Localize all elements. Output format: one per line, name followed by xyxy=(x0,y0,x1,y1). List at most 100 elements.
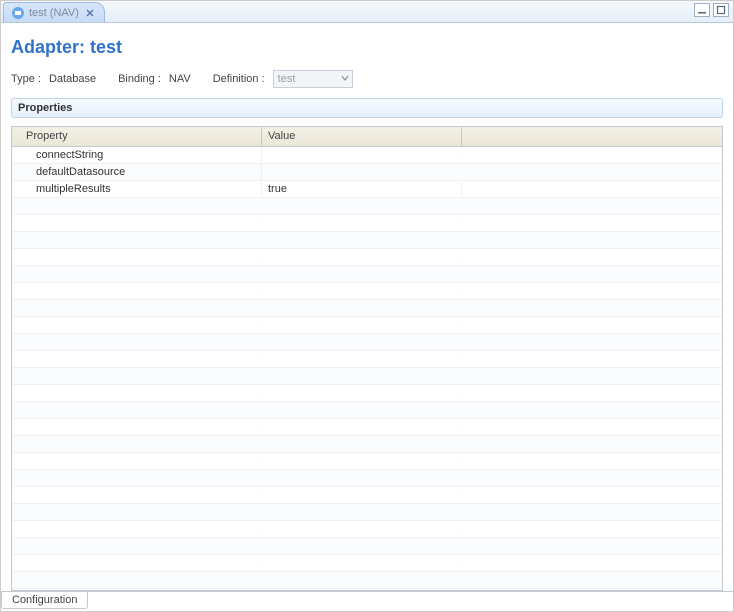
table-body[interactable]: connectString defaultDatasourcemultipleRe… xyxy=(12,147,722,590)
cell-spacer xyxy=(462,154,722,156)
cell-property xyxy=(12,256,262,258)
table-row xyxy=(12,589,722,590)
cell-spacer xyxy=(462,409,722,411)
table-row xyxy=(12,198,722,215)
cell-value xyxy=(262,562,462,564)
cell-spacer xyxy=(462,426,722,428)
cell-property xyxy=(12,222,262,224)
adapter-icon xyxy=(12,7,24,19)
cell-value xyxy=(262,460,462,462)
cell-value[interactable] xyxy=(262,154,462,156)
cell-value xyxy=(262,494,462,496)
cell-spacer xyxy=(462,443,722,445)
cell-spacer xyxy=(462,307,722,309)
table-row xyxy=(12,538,722,555)
cell-spacer xyxy=(462,358,722,360)
type-value: Database xyxy=(49,73,96,85)
table-row[interactable]: multipleResultstrue xyxy=(12,181,722,198)
tab-title: test (NAV) xyxy=(29,7,79,19)
table-row xyxy=(12,487,722,504)
cell-spacer xyxy=(462,341,722,343)
type-label: Type : xyxy=(11,73,41,85)
cell-property: connectString xyxy=(12,148,262,162)
cell-value xyxy=(262,205,462,207)
table-row xyxy=(12,283,722,300)
cell-spacer xyxy=(462,375,722,377)
minimize-button[interactable] xyxy=(694,3,710,17)
cell-property xyxy=(12,511,262,513)
cell-spacer xyxy=(462,256,722,258)
column-value[interactable]: Value xyxy=(262,127,462,146)
editor-content: Adapter: test Type : Database Binding : … xyxy=(1,23,733,591)
properties-section-header: Properties xyxy=(11,98,723,118)
cell-value xyxy=(262,409,462,411)
editor-tab-test[interactable]: test (NAV) xyxy=(3,2,105,22)
cell-value xyxy=(262,528,462,530)
cell-value[interactable]: true xyxy=(262,182,462,196)
cell-value xyxy=(262,341,462,343)
window-controls xyxy=(694,3,729,17)
table-row xyxy=(12,368,722,385)
cell-spacer xyxy=(462,188,722,190)
table-header: Property Value xyxy=(12,127,722,147)
properties-table: Property Value connectString defaultDatas… xyxy=(11,126,723,591)
tab-configuration[interactable]: Configuration xyxy=(1,592,88,609)
cell-spacer xyxy=(462,171,722,173)
cell-property xyxy=(12,239,262,241)
cell-spacer xyxy=(462,562,722,564)
cell-property xyxy=(12,290,262,292)
table-row xyxy=(12,402,722,419)
cell-value xyxy=(262,477,462,479)
table-row[interactable]: connectString xyxy=(12,147,722,164)
cell-property xyxy=(12,273,262,275)
cell-property xyxy=(12,460,262,462)
meta-row: Type : Database Binding : NAV Definition… xyxy=(11,70,723,98)
cell-spacer xyxy=(462,222,722,224)
table-row xyxy=(12,249,722,266)
column-spacer xyxy=(462,127,722,146)
cell-spacer xyxy=(462,494,722,496)
table-row xyxy=(12,572,722,589)
cell-spacer xyxy=(462,528,722,530)
table-row xyxy=(12,215,722,232)
table-row xyxy=(12,436,722,453)
table-row xyxy=(12,453,722,470)
table-row xyxy=(12,521,722,538)
table-row xyxy=(12,334,722,351)
maximize-button[interactable] xyxy=(713,3,729,17)
table-row xyxy=(12,419,722,436)
definition-select[interactable]: test xyxy=(273,70,353,88)
binding-label: Binding : xyxy=(118,73,161,85)
cell-value xyxy=(262,511,462,513)
cell-property xyxy=(12,562,262,564)
bottom-tab-bar: Configuration xyxy=(1,591,733,611)
table-row xyxy=(12,266,722,283)
cell-value xyxy=(262,426,462,428)
page-title: Adapter: test xyxy=(11,33,723,70)
cell-value xyxy=(262,307,462,309)
table-row[interactable]: defaultDatasource xyxy=(12,164,722,181)
cell-spacer xyxy=(462,545,722,547)
cell-value xyxy=(262,579,462,581)
cell-property xyxy=(12,443,262,445)
chevron-down-icon xyxy=(341,74,349,85)
cell-spacer xyxy=(462,392,722,394)
cell-property xyxy=(12,392,262,394)
cell-property xyxy=(12,375,262,377)
close-icon[interactable] xyxy=(84,7,96,19)
cell-property xyxy=(12,528,262,530)
cell-property xyxy=(12,307,262,309)
cell-value xyxy=(262,222,462,224)
cell-spacer xyxy=(462,579,722,581)
cell-property xyxy=(12,409,262,411)
cell-value xyxy=(262,239,462,241)
cell-value xyxy=(262,358,462,360)
cell-value[interactable] xyxy=(262,171,462,173)
tab-bar: test (NAV) xyxy=(1,1,733,23)
cell-spacer xyxy=(462,511,722,513)
column-property[interactable]: Property xyxy=(12,127,262,146)
cell-value xyxy=(262,443,462,445)
cell-value xyxy=(262,392,462,394)
cell-value xyxy=(262,545,462,547)
cell-property xyxy=(12,324,262,326)
